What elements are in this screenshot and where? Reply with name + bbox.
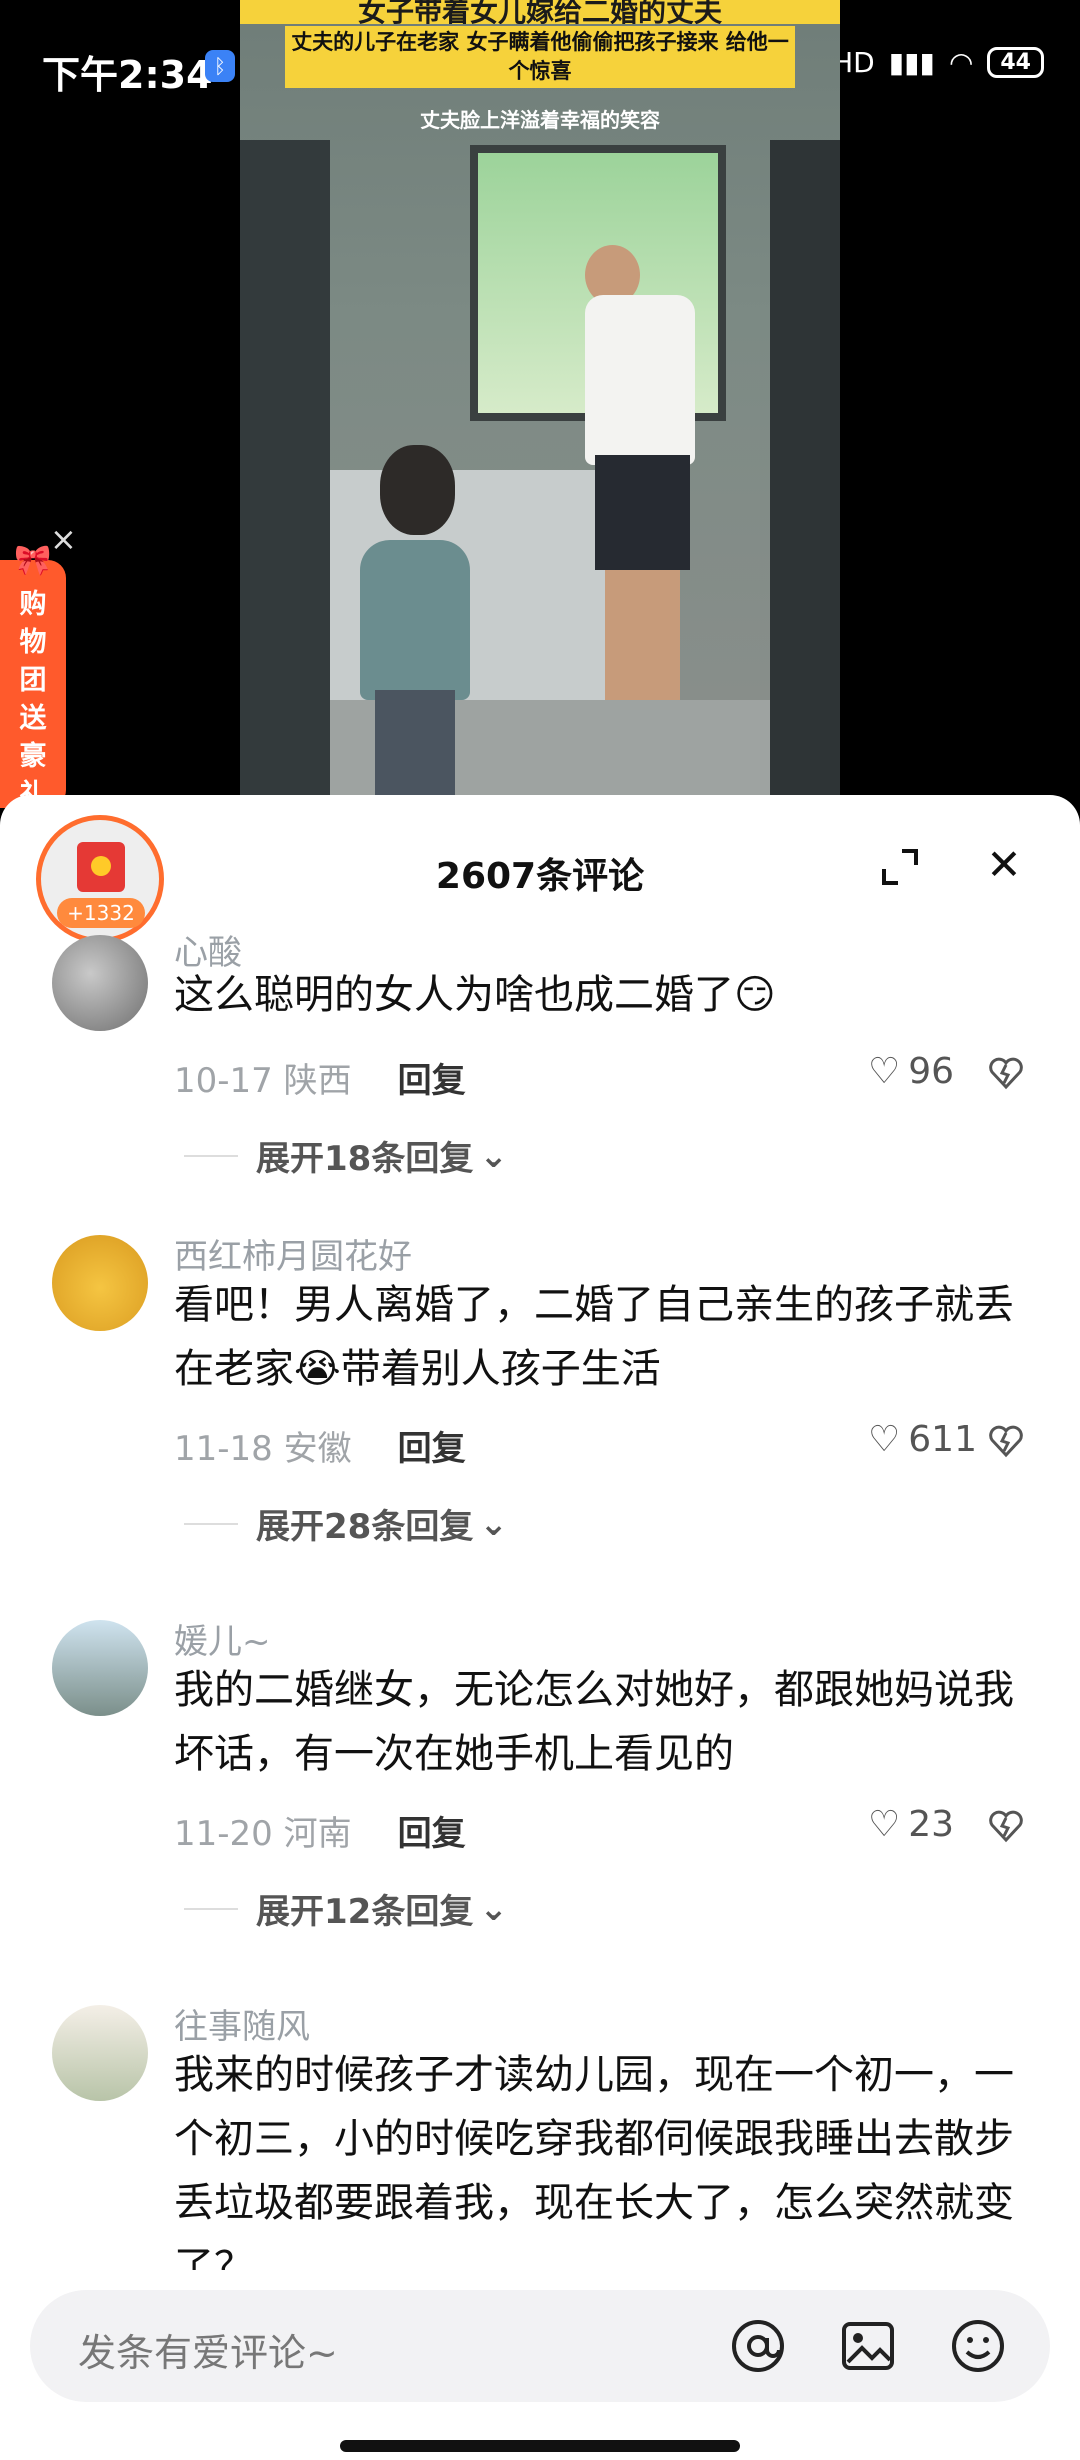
heart-icon: ♡ [868,1804,901,1845]
video-man-legs [605,570,680,700]
comment-text: 看吧！男人离婚了，二婚了自己亲生的孩子就丢在老家😭带着别人孩子生活 [174,1282,1014,1392]
reply-button[interactable]: 回复 [398,1061,466,1101]
video-man-shirt [585,295,695,465]
dislike-icon[interactable] [988,1808,1024,1844]
avatar[interactable] [52,1620,148,1716]
video-caption-bottom: 丈夫脸上洋溢着幸福的笑容 [420,108,660,132]
wifi-icon: ◠ [948,46,974,79]
comment-date-location: 10-17 陕西 [174,1061,352,1101]
divider [184,1522,238,1525]
comment-username[interactable]: 媛儿~ [174,1614,271,1663]
heart-icon: ♡ [868,1419,901,1460]
like-button[interactable]: ♡ 23 [868,1804,954,1845]
promo-banner[interactable]: 🎀 购物团送豪礼 [0,543,66,810]
like-button[interactable]: ♡ 96 [868,1051,954,1092]
video-caption-top: 女子带着女儿嫁给二婚的丈夫 [240,0,840,24]
video-man-shorts [595,455,690,570]
gift-bow-icon: 🎀 [14,543,52,578]
chevron-down-icon: ⌄ [479,1503,508,1544]
expand-replies-label: 展开12条回复 [256,1892,474,1932]
like-button[interactable]: ♡ 611 [868,1419,977,1460]
comment-input-placeholder: 发条有爱评论~ [78,2331,338,2375]
heart-icon: ♡ [868,1051,901,1092]
like-count: 96 [908,1051,955,1092]
expand-replies-label: 展开18条回复 [256,1139,474,1179]
video-caption-sub: 丈夫的儿子在老家 女子瞒着他偷偷把孩子接来 给他一个惊喜 [285,26,795,88]
comment-input-bar: 发条有爱评论~ [0,2270,1080,2460]
comment-meta: 11-18 安徽 回复 [174,1421,466,1470]
comment-text: 我的二婚继女，无论怎么对她好，都跟她妈说我坏话，有一次在她手机上看见的 [174,1667,1014,1777]
expand-replies-button[interactable]: 展开28条回复 ⌄ [184,1499,508,1548]
divider [184,1154,238,1157]
like-count: 611 [908,1419,977,1460]
promo-text: 购物团送豪礼 [19,589,47,810]
status-right: HD ▮▮▮ ◠ 44 [832,46,1044,79]
image-icon[interactable] [838,2316,898,2376]
battery-icon: 44 [987,47,1044,78]
comment-meta: 11-20 河南 回复 [174,1806,466,1855]
like-count: 23 [908,1804,955,1845]
comment-username[interactable]: 往事随风 [174,1999,310,2048]
divider [184,1907,238,1910]
expand-replies-label: 展开28条回复 [256,1507,474,1547]
video-wall-left [240,140,330,800]
chevron-down-icon: ⌄ [479,1888,508,1929]
video-kid-shirt [360,540,470,700]
dislike-icon[interactable] [988,1055,1024,1091]
comment-text: 我来的时候孩子才读幼儿园，现在一个初一，一个初三，小的时候吃穿我都伺候跟我睡出去… [174,2052,1014,2290]
home-indicator[interactable] [340,2440,740,2452]
close-icon[interactable]: ✕ [980,841,1028,889]
comment-text: 这么聪明的女人为啥也成二婚了😏 [174,972,776,1018]
video-player[interactable]: 女子带着女儿嫁给二婚的丈夫 丈夫的儿子在老家 女子瞒着他偷偷把孩子接来 给他一个… [240,0,840,800]
bluetooth-icon: ᛒ [205,50,235,82]
avatar[interactable] [52,1235,148,1331]
at-icon[interactable] [728,2316,788,2376]
avatar[interactable] [52,2005,148,2101]
emoji-icon[interactable] [948,2316,1008,2376]
expand-replies-button[interactable]: 展开18条回复 ⌄ [184,1131,508,1180]
reply-button[interactable]: 回复 [398,1429,466,1469]
comment-date-location: 11-18 安徽 [174,1429,352,1469]
reward-count: +1332 [57,898,145,928]
chevron-down-icon: ⌄ [479,1135,508,1176]
avatar[interactable] [52,935,148,1031]
comment-sheet: +1332 2607条评论 ✕ 心酸 这么聪明的女人为啥也成二婚了😏 10-17… [0,795,1080,2460]
fullscreen-icon[interactable] [880,847,920,887]
signal-icon: ▮▮▮ [888,46,935,79]
reply-button[interactable]: 回复 [398,1814,466,1854]
status-time: 下午2:34 [42,53,213,97]
dislike-icon[interactable] [988,1423,1024,1459]
expand-replies-button[interactable]: 展开12条回复 ⌄ [184,1884,508,1933]
video-kid-head [380,445,455,535]
video-wall-right [770,140,840,800]
comment-username[interactable]: 西红柿月圆花好 [174,1229,412,1278]
comment-date-location: 11-20 河南 [174,1814,352,1854]
video-kid-legs [375,690,455,800]
comment-meta: 10-17 陕西 回复 [174,1053,466,1102]
